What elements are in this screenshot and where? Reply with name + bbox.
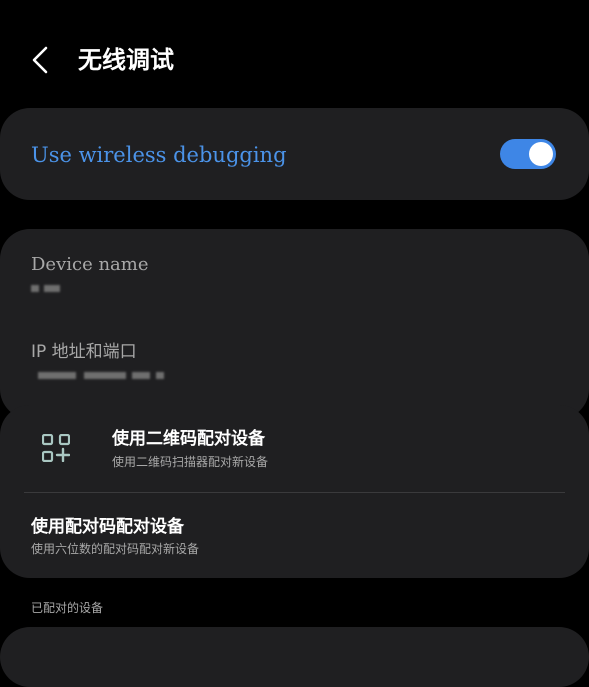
pair-qr-subtitle: 使用二维码扫描器配对新设备 <box>112 455 269 469</box>
device-name-label: Device name <box>31 254 149 275</box>
paired-devices-card <box>0 627 589 687</box>
pair-qr-title[interactable]: 使用二维码配对设备 <box>112 427 265 451</box>
ip-port-label: IP 地址和端口 <box>31 342 137 362</box>
pair-code-subtitle: 使用六位数的配对码配对新设备 <box>31 542 200 556</box>
wireless-debugging-label[interactable]: Use wireless debugging <box>31 141 287 169</box>
divider <box>24 492 565 493</box>
chevron-left-icon <box>32 46 48 74</box>
header-bar: 无线调试 <box>0 0 589 110</box>
qr-code-add-icon <box>42 434 70 462</box>
pair-code-title[interactable]: 使用配对码配对设备 <box>31 515 184 539</box>
back-button[interactable] <box>22 40 62 80</box>
pair-with-qr-code-item[interactable] <box>0 410 589 490</box>
wireless-debugging-switch[interactable] <box>500 139 556 169</box>
switch-knob <box>529 142 553 166</box>
paired-devices-section-title: 已配对的设备 <box>31 601 104 615</box>
page-title: 无线调试 <box>78 46 174 74</box>
